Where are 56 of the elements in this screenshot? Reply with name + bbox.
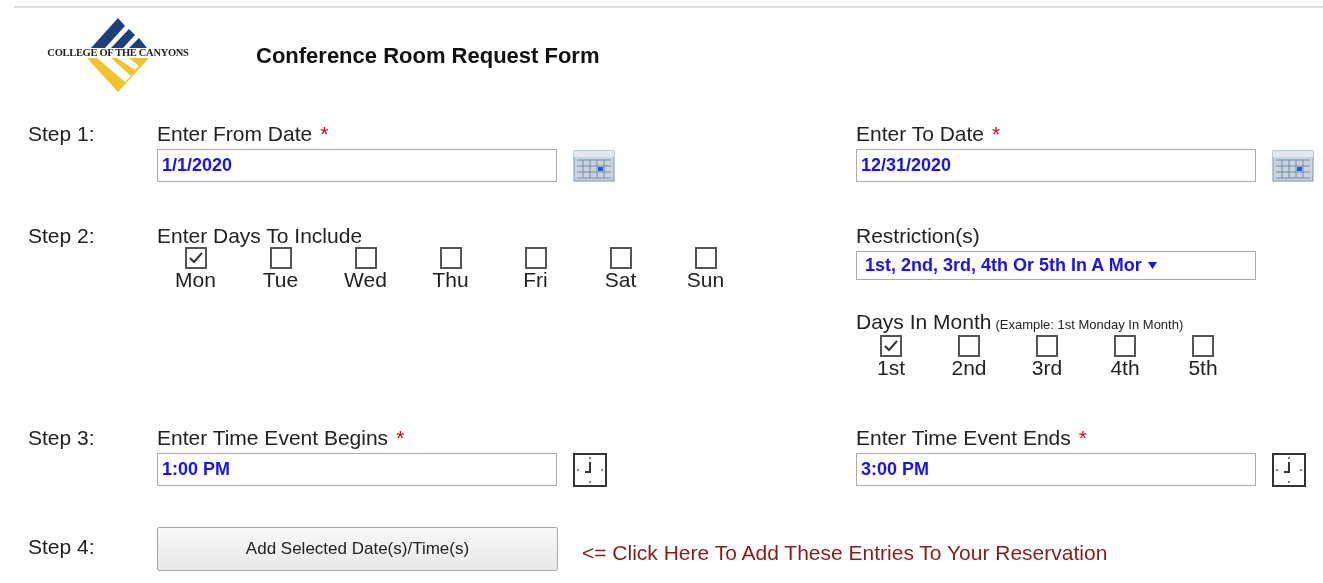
calendar-icon[interactable] [573, 149, 615, 182]
required-mark: * [992, 122, 1001, 146]
checkbox-label: 3rd [1031, 356, 1063, 378]
checkbox[interactable] [1036, 334, 1058, 357]
input-field[interactable]: 3:00 PM [856, 453, 1256, 487]
checkbox-label: Sat [604, 269, 637, 291]
checkbox-label: Sun [686, 269, 725, 291]
check-icon [188, 252, 203, 265]
checkbox[interactable] [958, 334, 980, 357]
input-field[interactable]: 1/1/2020 [157, 149, 557, 183]
checkbox-label: 4th [1110, 356, 1140, 378]
calendar-icon[interactable] [1272, 149, 1314, 182]
checkbox-label: Mon [175, 269, 216, 291]
add-button[interactable]: Add Selected Date(s)/Time(s) [157, 526, 558, 571]
step-label: Step 3: [28, 424, 96, 451]
required-mark: * [396, 425, 405, 449]
field-label: Enter Time Event Ends [856, 425, 1071, 449]
checkbox[interactable] [354, 247, 377, 270]
field-label: Enter Time Event Begins [157, 425, 389, 449]
required-mark: * [1078, 425, 1087, 449]
checkbox-label: 5th [1188, 356, 1218, 378]
checkbox[interactable] [1114, 334, 1136, 357]
step-label: Step 1: [28, 121, 96, 147]
dropdown[interactable]: 1st, 2nd, 3rd, 4th Or 5th In A Mor [856, 251, 1256, 281]
field-label: Restriction(s) [856, 224, 981, 248]
clock-icon[interactable] [1272, 452, 1306, 487]
checkbox[interactable] [269, 247, 292, 270]
field-label: Enter To Date [856, 122, 985, 146]
field-label: Enter From Date [157, 122, 313, 146]
clock-icon[interactable] [573, 452, 607, 487]
step-label: Step 4: [28, 533, 96, 560]
input-field[interactable]: 1:00 PM [157, 453, 557, 487]
checkbox[interactable] [609, 247, 632, 270]
check-icon [884, 339, 898, 352]
logo-text: COLLEGE OF THE CANYONS [47, 47, 189, 59]
example-hint: (Example: 1st Monday In Month) [995, 316, 1184, 335]
checkbox-label: Tue [262, 269, 299, 291]
field-label: Days In Month [856, 310, 992, 334]
field-label: Enter Days To Include [157, 224, 364, 248]
checkbox[interactable] [184, 247, 207, 270]
checkbox[interactable] [524, 247, 547, 270]
step-label: Step 2: [28, 223, 96, 250]
checkbox[interactable] [880, 334, 902, 357]
checkbox[interactable] [694, 247, 717, 270]
checkbox-label: 2nd [951, 356, 987, 378]
instruction-text: <= Click Here To Add These Entries To Your Reservation [582, 539, 1108, 566]
required-mark: * [320, 122, 329, 146]
caret-icon [1147, 262, 1157, 270]
form-title: Conference Room Request Form [256, 41, 600, 70]
input-field[interactable]: 12/31/2020 [856, 149, 1256, 183]
checkbox[interactable] [1192, 334, 1214, 357]
checkbox-label: 1st [877, 356, 905, 378]
checkbox-label: Fri [523, 269, 548, 291]
checkbox-label: Wed [344, 269, 387, 291]
checkbox[interactable] [439, 247, 462, 270]
checkbox-label: Thu [432, 269, 469, 291]
